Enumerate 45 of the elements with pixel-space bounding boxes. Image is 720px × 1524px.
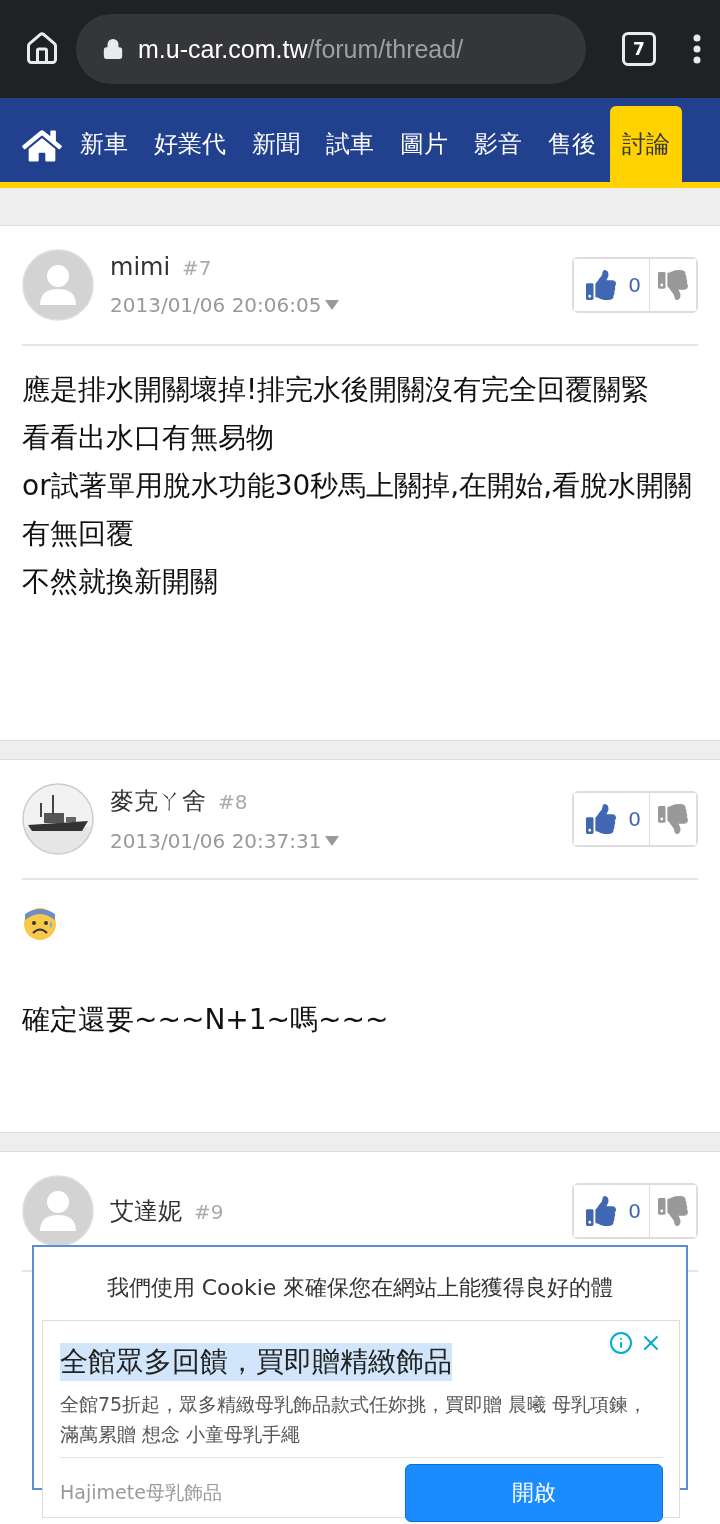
floor-number: #8 — [218, 790, 248, 814]
post-text: or試著單用脫水功能30秒馬上關掉,在開始,看脫水開關有無回覆 — [22, 468, 694, 552]
thumbs-up-icon — [586, 1196, 617, 1226]
lock-icon — [102, 38, 124, 60]
menu-icon[interactable] — [692, 34, 702, 64]
thumbs-down-icon — [658, 1196, 688, 1226]
like-button[interactable]: 0 — [574, 1185, 650, 1237]
thumbs-down-icon — [658, 270, 688, 300]
nav-tab[interactable]: 影音 — [462, 106, 534, 182]
dropdown-icon[interactable] — [325, 300, 340, 310]
sweat-face-icon — [22, 906, 58, 942]
thumbs-up-icon — [586, 804, 617, 834]
thumbs-up-icon — [586, 270, 617, 300]
like-button[interactable]: 0 — [574, 259, 650, 311]
nav-tab[interactable]: 新車 — [68, 106, 140, 182]
address-bar[interactable]: m.u-car.com.tw/forum/thread/ — [76, 14, 586, 84]
nav-tab[interactable]: 新聞 — [240, 106, 312, 182]
floor-number: #9 — [194, 1200, 224, 1224]
nav-tab[interactable]: 試車 — [314, 106, 386, 182]
dropdown-icon[interactable] — [325, 836, 340, 846]
like-button[interactable]: 0 — [574, 793, 650, 845]
info-icon[interactable] — [609, 1331, 633, 1355]
ad-text: 全館75折起，眾多精緻母乳飾品款式任妳挑，買即贈 晨曦 母乳項鍊，滿萬累贈 想念 小童母乳手繩 — [60, 1392, 649, 1447]
ad-title[interactable]: 全館眾多回饋，買即贈精緻飾品 — [60, 1343, 452, 1381]
nav-tab[interactable]: 售後 — [536, 106, 608, 182]
post-text: 看看出水口有無易物 — [22, 420, 275, 456]
thumbs-down-icon — [658, 804, 688, 834]
floor-number: #7 — [182, 256, 212, 280]
post-text: 不然就換新開關 — [22, 564, 219, 600]
author-name[interactable]: 麥克ㄚ舍 — [110, 785, 206, 817]
avatar-icon — [22, 249, 94, 321]
nav-tab[interactable]: 好業代 — [142, 106, 238, 182]
url-text: m.u-car.com.tw/forum/thread/ — [138, 34, 464, 64]
post-text: 確定還要~~~N+1~嗎~~~ — [22, 1002, 390, 1038]
nav-tab[interactable]: 討論 — [610, 106, 682, 182]
home-icon[interactable] — [24, 31, 60, 67]
post-time: 2013/01/06 20:06:05 — [110, 293, 322, 317]
post-text: 應是排水開關壞掉!排完水後開關沒有完全回覆關緊 — [22, 372, 651, 408]
tab-count[interactable]: 7 — [622, 32, 656, 66]
advertiser-name: Hajimete母乳飾品 — [60, 1480, 222, 1505]
author-name[interactable]: 艾達妮 — [110, 1195, 182, 1227]
cookie-text: 我們使用 Cookie 來確保您在網站上能獲得良好的體 — [105, 1274, 615, 1302]
nav-tab[interactable]: 圖片 — [388, 106, 460, 182]
post-time: 2013/01/06 20:37:31 — [110, 829, 322, 853]
author-name[interactable]: mimi — [110, 253, 171, 281]
